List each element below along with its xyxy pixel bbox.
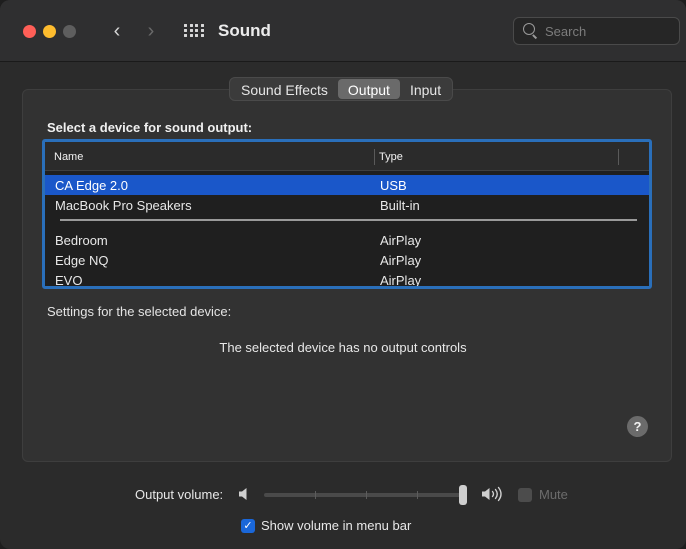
mute-label: Mute [539, 487, 568, 502]
device-name: MacBook Pro Speakers [55, 198, 192, 213]
tab-output[interactable]: Output [337, 79, 400, 99]
window-title: Sound [218, 21, 271, 40]
show-volume-in-menu-bar-label: Show volume in menu bar [261, 518, 412, 533]
table-row[interactable]: EVO AirPlay [45, 270, 649, 288]
zoom-window-button[interactable] [63, 25, 76, 38]
table-row[interactable]: CA Edge 2.0 USB [45, 175, 649, 195]
back-button[interactable]: ‹ [106, 19, 128, 43]
table-row[interactable]: MacBook Pro Speakers Built-in [45, 195, 649, 215]
sound-preferences-window: ‹ › Sound Search Sound Effects Output In… [0, 0, 686, 549]
column-header-name[interactable]: Name [54, 151, 83, 163]
slider-tick [417, 491, 418, 499]
device-group-separator [60, 219, 637, 221]
volume-slider-knob[interactable] [459, 485, 467, 505]
device-name: Bedroom [55, 233, 108, 248]
show-volume-in-menu-bar-checkbox[interactable]: ✓ [241, 519, 255, 533]
checkmark-icon: ✓ [243, 520, 253, 532]
device-type: Built-in [380, 198, 420, 213]
device-type: AirPlay [380, 273, 422, 288]
device-type: AirPlay [380, 233, 422, 248]
chevron-left-icon: ‹ [113, 20, 121, 42]
forward-button[interactable]: › [140, 19, 162, 43]
tab-input[interactable]: Input [400, 79, 451, 99]
speaker-low-icon [239, 488, 247, 500]
device-settings-label: Settings for the selected device: [47, 304, 232, 319]
column-header-type[interactable]: Type [379, 151, 403, 163]
output-device-heading: Select a device for sound output: [47, 120, 253, 135]
tab-bar: Sound Effects Output Input [229, 77, 454, 101]
show-all-grid-icon[interactable] [184, 24, 204, 38]
device-name: Edge NQ [55, 253, 109, 268]
table-header: Name Type [45, 142, 649, 171]
minimize-window-button[interactable] [43, 25, 56, 38]
output-volume-label: Output volume: [135, 487, 224, 502]
device-name: EVO [55, 273, 83, 288]
device-type: AirPlay [380, 253, 422, 268]
column-divider [618, 149, 619, 165]
table-row[interactable]: Bedroom AirPlay [45, 230, 649, 250]
no-output-controls-message: The selected device has no output contro… [219, 340, 467, 355]
help-button[interactable]: ? [627, 416, 648, 437]
slider-tick [315, 491, 316, 499]
device-type: USB [380, 178, 407, 193]
output-device-table[interactable]: Name Type CA Edge 2.0 USB MacBook Pro Sp… [42, 139, 652, 289]
search-icon [523, 23, 537, 37]
slider-tick [366, 491, 367, 499]
table-row[interactable]: Edge NQ AirPlay [45, 250, 649, 270]
title-bar: ‹ › Sound Search [0, 0, 686, 62]
chevron-right-icon: › [147, 20, 155, 42]
output-volume-slider[interactable] [264, 491, 467, 499]
tab-sound-effects[interactable]: Sound Effects [231, 79, 338, 99]
search-placeholder: Search [545, 24, 587, 39]
close-window-button[interactable] [23, 25, 36, 38]
search-field[interactable]: Search [513, 17, 680, 45]
speaker-high-icon [482, 486, 502, 502]
device-name: CA Edge 2.0 [55, 178, 128, 193]
column-divider [374, 149, 375, 165]
mute-checkbox[interactable] [518, 488, 532, 502]
